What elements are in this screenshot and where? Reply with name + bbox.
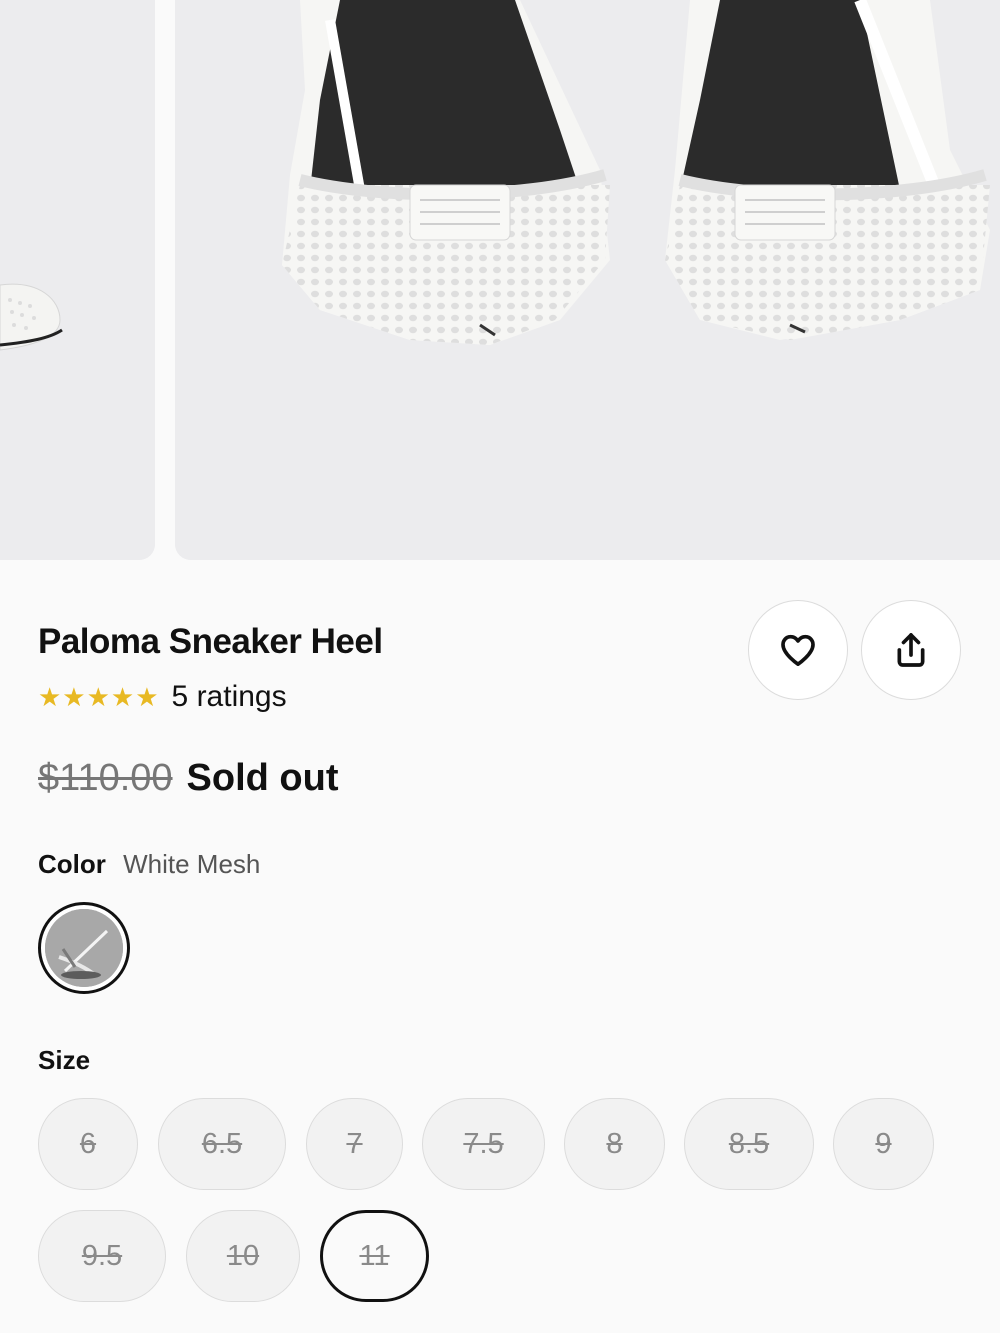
- color-value: White Mesh: [123, 849, 261, 879]
- rating-stars-icon: ★★★★★: [38, 681, 160, 712]
- share-button[interactable]: [861, 600, 961, 700]
- color-swatch-white-mesh[interactable]: [38, 902, 130, 994]
- product-image-main[interactable]: [175, 0, 1000, 560]
- price-row: $110.00 Sold out: [38, 757, 339, 800]
- size-option-11[interactable]: 11: [320, 1210, 429, 1302]
- product-image-thumbnail[interactable]: [0, 0, 155, 560]
- color-label: Color: [38, 849, 106, 879]
- size-option-10[interactable]: 10: [186, 1210, 300, 1302]
- swatch-image: [45, 909, 123, 987]
- size-option-6[interactable]: 6: [38, 1098, 138, 1190]
- original-price: $110.00: [38, 757, 173, 799]
- heart-icon: [781, 634, 815, 666]
- product-image-gallery[interactable]: [0, 0, 1000, 560]
- size-option-9[interactable]: 9: [833, 1098, 934, 1190]
- sold-out-status: Sold out: [186, 757, 339, 799]
- share-icon: [897, 633, 925, 667]
- product-rating[interactable]: ★★★★★ 5 ratings: [38, 680, 287, 714]
- size-option-9-5[interactable]: 9.5: [38, 1210, 166, 1302]
- size-option-8-5[interactable]: 8.5: [684, 1098, 814, 1190]
- rating-count[interactable]: 5 ratings: [172, 680, 287, 714]
- color-row: Color White Mesh: [38, 849, 260, 880]
- favorite-button[interactable]: [748, 600, 848, 700]
- size-option-7[interactable]: 7: [306, 1098, 403, 1190]
- size-option-6-5[interactable]: 6.5: [158, 1098, 286, 1190]
- size-option-7-5[interactable]: 7.5: [422, 1098, 545, 1190]
- size-label: Size: [38, 1045, 91, 1075]
- size-option-8[interactable]: 8: [564, 1098, 665, 1190]
- product-title: Paloma Sneaker Heel: [38, 622, 383, 661]
